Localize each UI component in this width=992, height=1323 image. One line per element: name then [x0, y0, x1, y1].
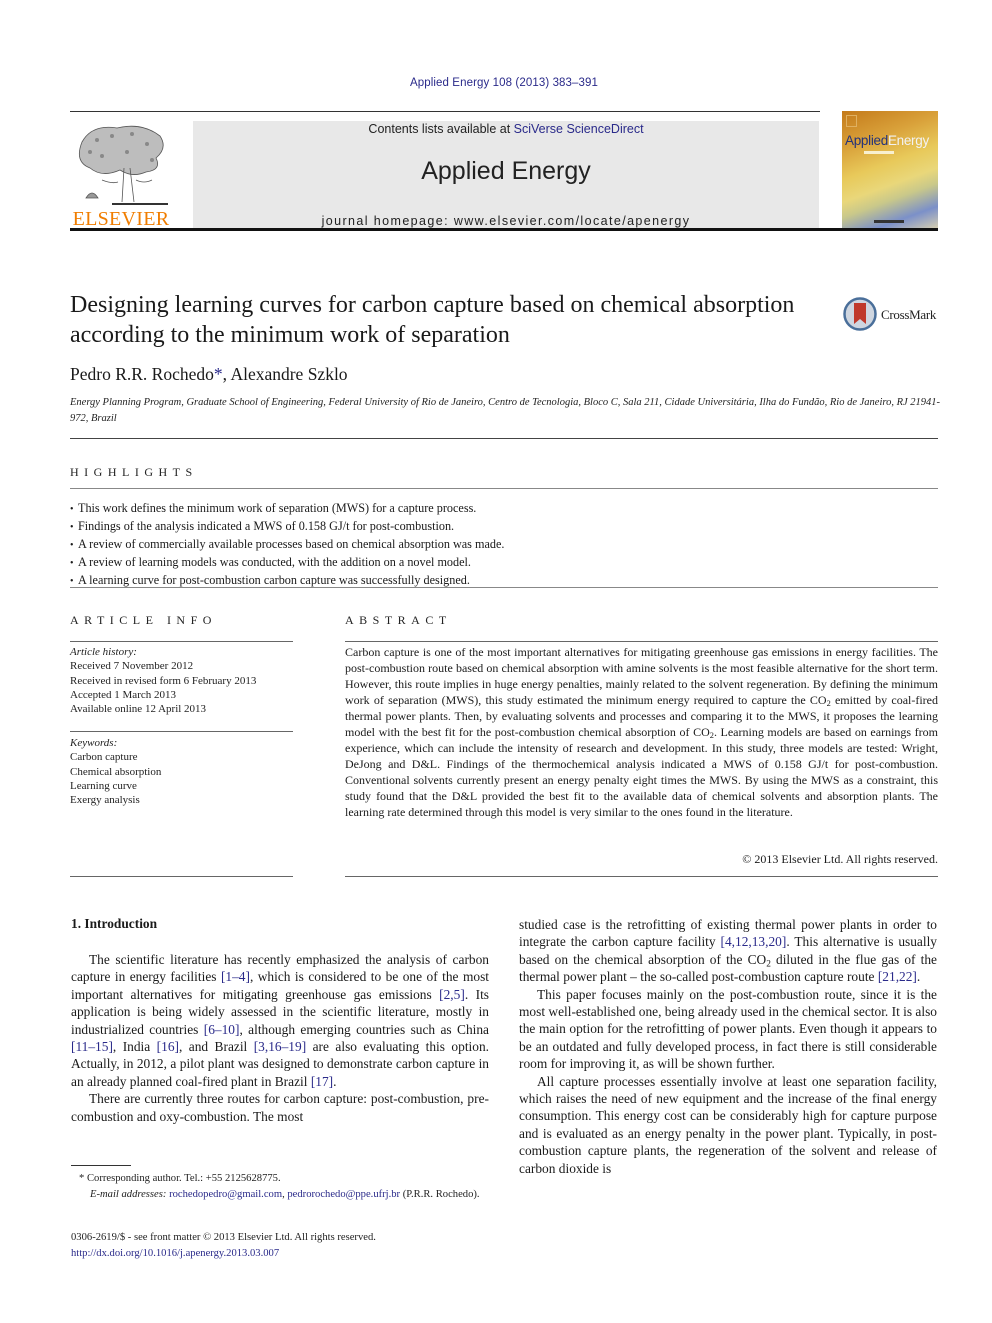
cover-title: AppliedEnergy — [845, 133, 929, 148]
article-title: Designing learning curves for carbon cap… — [70, 292, 795, 348]
citation-link[interactable]: [21,22] — [878, 969, 917, 984]
highlights-heading: HIGHLIGHTS — [70, 465, 198, 479]
elsevier-logo[interactable]: ELSEVIER — [70, 120, 172, 230]
abstract-body: Carbon capture is one of the most import… — [345, 645, 938, 820]
email-link[interactable]: pedrorochedo@ppe.ufrj.br — [287, 1189, 400, 1200]
crossmark-label: CrossMark — [881, 307, 937, 322]
keyword: Chemical absorption — [70, 765, 162, 778]
corresponding-author-note: Corresponding author. Tel.: +55 21256287… — [86, 1173, 281, 1184]
keyword: Carbon capture — [70, 751, 138, 764]
divider — [70, 641, 293, 642]
footnote: * Corresponding author. Tel.: +55 212562… — [71, 1171, 489, 1202]
keywords-label: Keywords: — [70, 737, 118, 749]
paragraph: studied case is the retrofitting of exis… — [519, 916, 937, 986]
cover-editor-line — [864, 151, 894, 154]
email-link[interactable]: rochedopedro@gmail.com — [169, 1189, 282, 1200]
highlight-item: A review of commercially available proce… — [70, 536, 938, 554]
text-run: , India — [112, 1039, 157, 1055]
abstract-copyright: © 2013 Elsevier Ltd. All rights reserved… — [742, 852, 938, 866]
crossmark-icon — [843, 297, 877, 331]
history-label: Article history: — [70, 646, 137, 658]
author-affiliation: Energy Planning Program, Graduate School… — [70, 397, 941, 424]
corresponding-author-mark[interactable]: * — [214, 364, 223, 384]
author-list: Pedro R.R. Rochedo*, Alexandre Szklo — [70, 364, 348, 385]
cover-footer-mark — [874, 220, 904, 223]
front-matter: 0306-2619/$ - see front matter © 2013 El… — [71, 1230, 501, 1261]
section-heading-introduction: 1. Introduction — [71, 916, 158, 931]
divider — [345, 641, 938, 642]
citation-link[interactable]: [6–10] — [204, 1022, 240, 1037]
article-info-heading: ARTICLE INFO — [70, 613, 217, 627]
paragraph: All capture processes essentially involv… — [519, 1073, 937, 1176]
divider — [70, 488, 938, 489]
footnote-marker: * — [79, 1173, 85, 1184]
body-column-right: studied case is the retrofitting of exis… — [519, 916, 937, 1177]
history-entry: Received in revised form 6 February 2013 — [70, 674, 257, 687]
sciencedirect-link[interactable]: SciVerse ScienceDirect — [514, 122, 644, 136]
journal-cover-thumbnail[interactable]: AppliedEnergy — [842, 111, 938, 229]
keyword: Learning curve — [70, 779, 137, 792]
divider — [70, 731, 293, 732]
crossmark-button[interactable]: CrossMark — [843, 297, 943, 333]
author-name[interactable]: Alexandre Szklo — [230, 364, 347, 384]
citation-link[interactable]: [11–15] — [71, 1039, 113, 1054]
author-name[interactable]: Pedro R.R. Rochedo — [70, 364, 214, 384]
abstract-heading: ABSTRACT — [345, 613, 452, 627]
journal-masthead: Contents lists available at SciVerse Sci… — [193, 121, 819, 228]
keywords: Keywords: Carbon capture Chemical absorp… — [70, 736, 300, 807]
contents-availability: Contents lists available at SciVerse Sci… — [193, 122, 819, 136]
cover-title-a: Applied — [845, 133, 888, 148]
text-run: , although emerging countries such as Ch… — [239, 1021, 490, 1037]
doi-link[interactable]: http://dx.doi.org/10.1016/j.apenergy.201… — [71, 1248, 279, 1259]
citation-link[interactable]: [16] — [157, 1039, 179, 1054]
text-run: . — [916, 969, 921, 985]
text-run: , and Brazil — [178, 1039, 254, 1055]
contents-prefix: Contents lists available at — [368, 122, 514, 136]
header-rule — [70, 111, 820, 112]
elsevier-tree-icon — [78, 125, 168, 205]
history-entry: Accepted 1 March 2013 — [70, 688, 176, 701]
body-column-left: The scientific literature has recently e… — [71, 951, 489, 1125]
highlight-item: A review of learning models was conducte… — [70, 554, 938, 572]
paragraph: The scientific literature has recently e… — [71, 951, 489, 1090]
highlight-item: Findings of the analysis indicated a MWS… — [70, 518, 938, 536]
history-entry: Available online 12 April 2013 — [70, 703, 207, 716]
divider — [70, 438, 938, 439]
cover-title-b: Energy — [887, 133, 929, 148]
citation-link[interactable]: [1–4] — [221, 969, 250, 984]
citation-link[interactable]: [3,16–19] — [254, 1039, 306, 1054]
footnote-rule — [71, 1165, 131, 1166]
cover-elsevier-icon — [846, 115, 857, 127]
divider — [70, 587, 938, 588]
history-entry: Received 7 November 2012 — [70, 660, 194, 673]
email-label: E-mail addresses: — [90, 1188, 167, 1200]
masthead-rule — [70, 228, 938, 231]
divider — [70, 876, 293, 877]
journal-citation-link[interactable]: Applied Energy 108 (2013) 383–391 — [0, 77, 992, 89]
article-history: Article history: Received 7 November 201… — [70, 645, 300, 716]
paragraph: This paper focuses mainly on the post-co… — [519, 986, 937, 1072]
paragraph: There are currently three routes for car… — [71, 1091, 489, 1124]
citation-link[interactable]: [4,12,13,20] — [721, 934, 787, 949]
journal-homepage[interactable]: journal homepage: www.elsevier.com/locat… — [193, 214, 819, 228]
citation-link[interactable]: [17] — [311, 1074, 333, 1089]
journal-title: Applied Energy — [421, 157, 591, 185]
text-run: . — [333, 1073, 337, 1089]
keyword: Exergy analysis — [70, 794, 140, 807]
highlights-list: This work defines the minimum work of se… — [70, 500, 938, 590]
issn-line: 0306-2619/$ - see front matter © 2013 El… — [71, 1232, 376, 1243]
highlight-item: This work defines the minimum work of se… — [70, 500, 938, 518]
citation-link[interactable]: [2,5] — [439, 987, 465, 1002]
divider — [345, 876, 938, 877]
email-owner: (P.R.R. Rochedo). — [400, 1188, 480, 1200]
